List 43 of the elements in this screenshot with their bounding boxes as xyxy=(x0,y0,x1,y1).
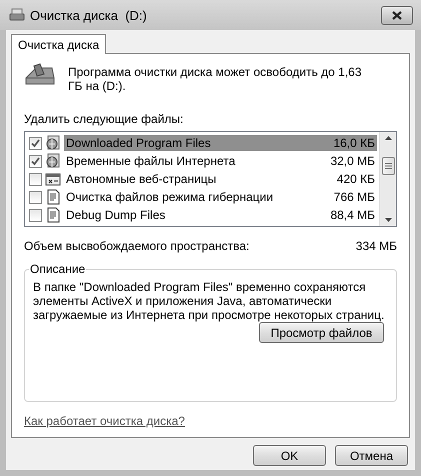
file-list-item[interactable]: Очистка файлов режима гибернации 766 МБ xyxy=(64,189,377,205)
checkbox[interactable] xyxy=(29,190,42,204)
document-icon xyxy=(45,189,61,205)
scrollbar[interactable] xyxy=(379,132,396,226)
intro-text: Программа очистки диска может освободить до 1,63 ГБ на (D:). xyxy=(68,65,363,93)
close-icon xyxy=(392,10,402,20)
file-name: Очистка файлов режима гибернации xyxy=(66,190,274,204)
checkbox[interactable] xyxy=(29,154,42,168)
checkbox[interactable] xyxy=(29,172,42,186)
file-size: 420 КБ xyxy=(336,172,375,186)
description-text: В папке "Downloaded Program Files" временно сохраняются элементы ActiveX и приложения Java, автоматически загружаемые из Интернета при просмотре некоторых страниц. xyxy=(33,280,386,322)
close-button[interactable] xyxy=(381,6,413,24)
help-link[interactable]: Как работает очистка диска? xyxy=(24,414,185,428)
group-title: Описание xyxy=(29,262,86,276)
checkbox[interactable] xyxy=(29,136,42,150)
file-size: 32,0 МБ xyxy=(330,154,375,168)
document-icon xyxy=(45,207,61,223)
web-page-icon xyxy=(45,171,61,187)
file-name: Временные файлы Интернета xyxy=(66,154,236,168)
file-size: 88,4 МБ xyxy=(330,208,375,222)
file-list-item[interactable]: Downloaded Program Files 16,0 КБ xyxy=(64,135,377,151)
files-label: Удалить следующие файлы: xyxy=(24,112,184,126)
tab[interactable]: Очистка диска xyxy=(11,34,106,54)
total-label: Объем высвобождаемого пространства: xyxy=(24,239,250,253)
file-name: Автономные веб-страницы xyxy=(66,172,216,186)
total-value: 334 МБ xyxy=(356,239,397,253)
window-title: Очистка диска (D:) xyxy=(30,8,148,22)
file-list-item[interactable]: Временные файлы Интернета 32,0 МБ xyxy=(64,153,377,169)
view-files-button[interactable]: Просмотр файлов xyxy=(259,322,384,343)
file-size: 766 МБ xyxy=(334,190,375,204)
cancel-button[interactable]: Отмена xyxy=(335,445,408,466)
file-list-item[interactable]: Автономные веб-страницы 420 КБ xyxy=(64,171,377,187)
globe-page-icon xyxy=(45,135,61,151)
scroll-down-icon[interactable] xyxy=(384,218,392,222)
file-size: 16,0 КБ xyxy=(333,136,375,150)
scroll-thumb[interactable] xyxy=(382,157,394,175)
scroll-up-icon[interactable] xyxy=(384,136,392,140)
ok-button[interactable]: OK xyxy=(253,445,326,466)
globe-page-icon xyxy=(45,153,61,169)
file-name: Debug Dump Files xyxy=(66,208,166,222)
checkbox[interactable] xyxy=(29,208,42,222)
file-list-item[interactable]: Debug Dump Files 88,4 МБ xyxy=(64,207,377,223)
file-name: Downloaded Program Files xyxy=(66,136,211,150)
